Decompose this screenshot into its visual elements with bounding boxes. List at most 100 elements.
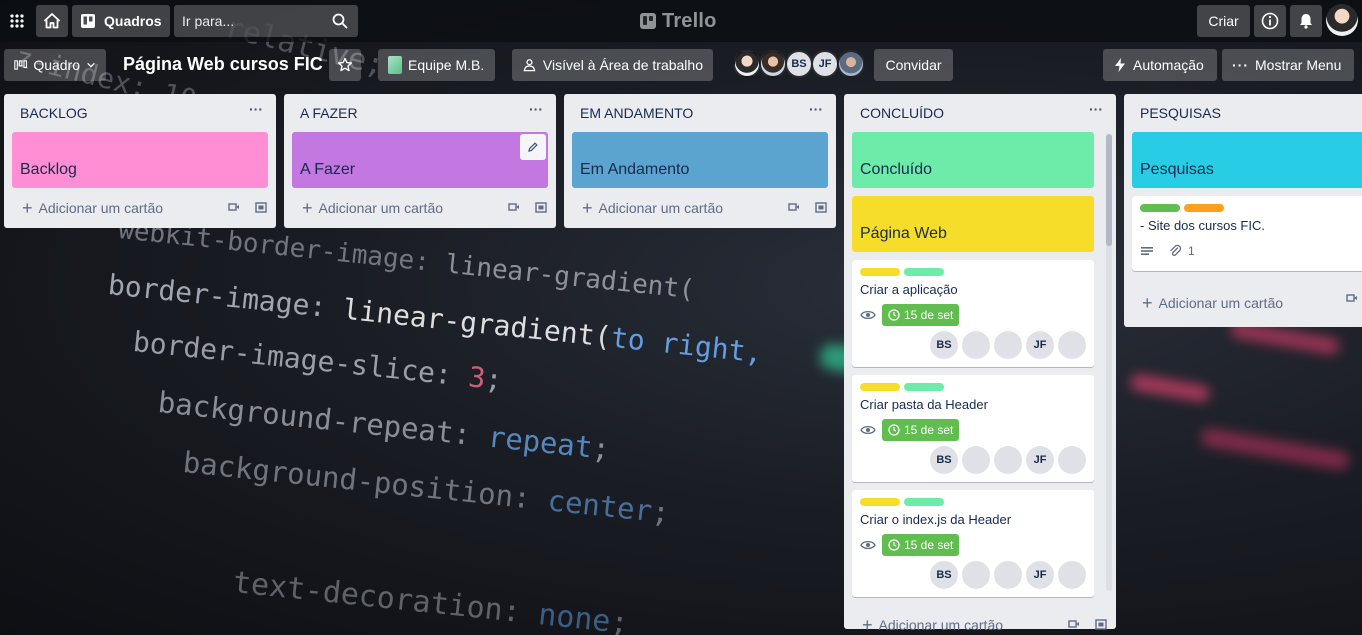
template-icon[interactable]: [254, 202, 268, 214]
card-labels[interactable]: [860, 268, 1086, 276]
create-button[interactable]: Criar: [1197, 5, 1250, 37]
cover-card[interactable]: A Fazer: [292, 132, 548, 188]
card-cover-icon[interactable]: [228, 202, 240, 212]
list-scrollbar[interactable]: [1106, 134, 1112, 591]
member-avatar-bs[interactable]: BS: [930, 561, 958, 589]
trello-logo[interactable]: Trello: [640, 9, 717, 33]
scrollbar-thumb[interactable]: [1106, 134, 1112, 246]
boards-button[interactable]: Quadros: [72, 5, 170, 37]
list-header[interactable]: BACKLOG ···: [4, 94, 276, 132]
list-title[interactable]: BACKLOG: [20, 105, 88, 121]
cover-card[interactable]: Pesquisas: [1132, 132, 1362, 188]
member-avatar[interactable]: [1058, 446, 1086, 474]
member-avatar[interactable]: [962, 446, 990, 474]
list-concluido[interactable]: CONCLUÍDO ··· Concluído Página Web Criar…: [844, 94, 1116, 634]
list-backlog[interactable]: BACKLOG ··· Backlog + Adicionar um cartã…: [4, 94, 276, 228]
template-icon[interactable]: [534, 202, 548, 214]
list-em-andamento[interactable]: EM ANDAMENTO ··· Em Andamento + Adiciona…: [564, 94, 836, 228]
cover-card[interactable]: Página Web: [852, 196, 1094, 252]
label-yellow[interactable]: [860, 498, 900, 506]
card-cover-icon[interactable]: [1346, 293, 1358, 303]
member-avatar[interactable]: [962, 331, 990, 359]
list-menu-icon[interactable]: ···: [1086, 102, 1106, 123]
card-cover-icon[interactable]: [508, 202, 520, 212]
list-header[interactable]: CONCLUÍDO ···: [844, 94, 1116, 132]
member-avatar[interactable]: [962, 561, 990, 589]
list-menu-icon[interactable]: ···: [806, 102, 826, 123]
label-yellow[interactable]: [860, 268, 900, 276]
list-title[interactable]: PESQUISAS: [1140, 105, 1221, 121]
due-date-badge[interactable]: 15 de set: [882, 419, 960, 441]
label-green[interactable]: [904, 498, 944, 506]
list-header[interactable]: PESQUISAS: [1124, 94, 1362, 132]
member-avatar[interactable]: [994, 331, 1022, 359]
workspace-button[interactable]: Equipe M.B.: [378, 49, 495, 81]
list-pesquisas[interactable]: PESQUISAS Pesquisas - Site dos cursos FI…: [1124, 94, 1362, 327]
label-yellow[interactable]: [860, 383, 900, 391]
edit-card-button[interactable]: [520, 134, 546, 160]
list-title[interactable]: EM ANDAMENTO: [580, 105, 693, 121]
member-avatar[interactable]: [759, 50, 787, 78]
label-green[interactable]: [904, 383, 944, 391]
member-avatar-jf[interactable]: JF: [1026, 331, 1054, 359]
list-menu-icon[interactable]: ···: [526, 102, 546, 123]
notifications-button[interactable]: [1290, 5, 1322, 37]
star-icon: [338, 57, 352, 72]
template-icon[interactable]: [1094, 619, 1108, 631]
search-input[interactable]: Ir para...: [174, 5, 358, 37]
card-cover-icon[interactable]: [788, 202, 800, 212]
list-header[interactable]: A FAZER ···: [284, 94, 556, 132]
list-menu-icon[interactable]: ···: [246, 102, 266, 123]
due-date-badge[interactable]: 15 de set: [882, 534, 960, 556]
cover-card[interactable]: Backlog: [12, 132, 268, 188]
member-avatar[interactable]: [994, 561, 1022, 589]
add-card-button[interactable]: + Adicionar um cartão: [844, 605, 1116, 635]
template-icon[interactable]: [814, 202, 828, 214]
member-avatar[interactable]: [733, 50, 761, 78]
member-avatar[interactable]: [994, 446, 1022, 474]
member-avatar[interactable]: [837, 50, 865, 78]
invite-button[interactable]: Convidar: [874, 49, 953, 81]
app-switcher-button[interactable]: [4, 5, 30, 37]
info-button[interactable]: [1254, 5, 1286, 37]
board-title[interactable]: Página Web cursos FIC: [123, 54, 323, 75]
task-card[interactable]: - Site dos cursos FIC. 1: [1132, 196, 1362, 271]
list-title[interactable]: CONCLUÍDO: [860, 105, 944, 121]
show-menu-button[interactable]: ··· Mostrar Menu: [1222, 49, 1354, 81]
home-button[interactable]: [36, 5, 68, 37]
user-avatar[interactable]: [1326, 4, 1358, 36]
star-board-button[interactable]: [329, 49, 361, 81]
cover-card[interactable]: Em Andamento: [572, 132, 828, 188]
card-labels[interactable]: [1140, 204, 1354, 212]
label-green[interactable]: [904, 268, 944, 276]
automation-button[interactable]: Automação: [1103, 49, 1217, 81]
add-card-button[interactable]: + Adicionar um cartão: [284, 188, 556, 228]
member-avatar-jf[interactable]: JF: [1026, 561, 1054, 589]
member-avatar-bs[interactable]: BS: [930, 446, 958, 474]
task-card[interactable]: Criar pasta da Header 15 de set BS JF: [852, 375, 1094, 482]
label-orange[interactable]: [1184, 204, 1224, 212]
list-header[interactable]: EM ANDAMENTO ···: [564, 94, 836, 132]
member-avatar-bs[interactable]: BS: [785, 50, 813, 78]
list-title[interactable]: A FAZER: [300, 105, 358, 121]
member-avatar[interactable]: [1058, 561, 1086, 589]
member-avatar-jf[interactable]: JF: [1026, 446, 1054, 474]
task-card[interactable]: Criar a aplicação 15 de set BS JF: [852, 260, 1094, 367]
cover-card[interactable]: Concluído: [852, 132, 1094, 188]
due-date-badge[interactable]: 15 de set: [882, 304, 960, 326]
visibility-button[interactable]: Visível à Área de trabalho: [512, 49, 713, 81]
member-avatar[interactable]: [1058, 331, 1086, 359]
brand-name: Trello: [662, 9, 717, 32]
list-a-fazer[interactable]: A FAZER ··· A Fazer + Adicionar um cartã…: [284, 94, 556, 228]
add-card-button[interactable]: + Adicionar um cartão: [1124, 279, 1362, 327]
member-avatar-bs[interactable]: BS: [930, 331, 958, 359]
view-switcher-button[interactable]: Quadro: [4, 49, 106, 81]
task-card[interactable]: Criar o index.js da Header 15 de set BS …: [852, 490, 1094, 597]
member-avatar-jf[interactable]: JF: [811, 50, 839, 78]
card-labels[interactable]: [860, 498, 1086, 506]
add-card-button[interactable]: + Adicionar um cartão: [564, 188, 836, 228]
card-cover-icon[interactable]: [1068, 619, 1080, 629]
add-card-button[interactable]: + Adicionar um cartão: [4, 188, 276, 228]
card-labels[interactable]: [860, 383, 1086, 391]
label-green[interactable]: [1140, 204, 1180, 212]
